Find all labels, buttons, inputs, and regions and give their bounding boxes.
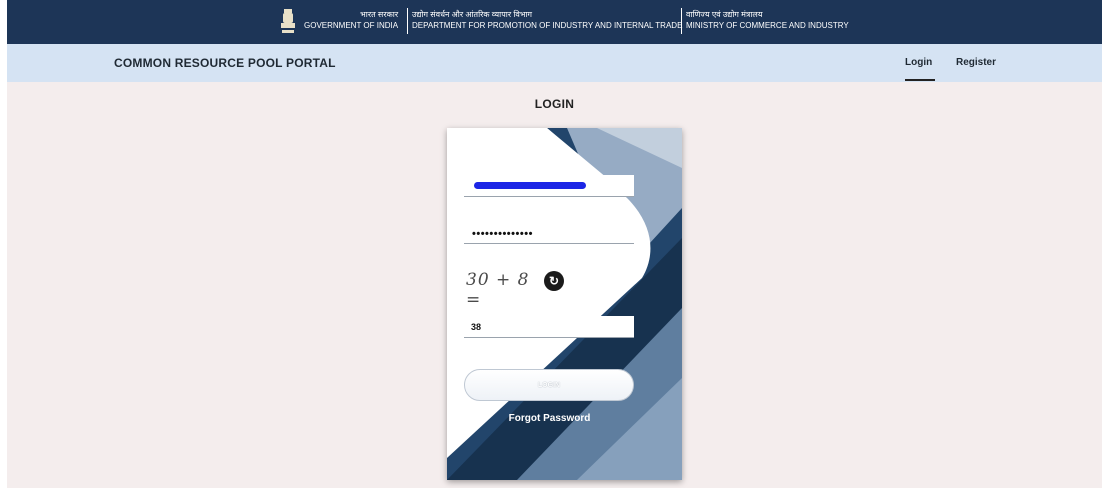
captcha-answer-value: 38 — [471, 322, 482, 332]
login-button[interactable]: LOGIN — [464, 369, 634, 401]
captcha-image-text: 30 + 8 = — [466, 270, 530, 310]
ministry-english-text: MINISTRY OF COMMERCE AND INDUSTRY — [686, 21, 849, 30]
captcha-answer-field[interactable] — [464, 316, 634, 338]
gov-of-india-label: भारत सरकार GOVERNMENT OF INDIA — [304, 9, 398, 31]
captcha-image: 30 + 8 = — [464, 268, 536, 310]
nav-login-link[interactable]: Login — [905, 57, 932, 68]
refresh-icon[interactable]: ↻ — [544, 271, 564, 291]
active-nav-indicator — [905, 79, 935, 81]
nav-register-link[interactable]: Register — [956, 57, 996, 68]
government-banner: भारत सरकार GOVERNMENT OF INDIA उद्योग सं… — [7, 0, 1102, 44]
ministry-label: वाणिज्य एवं उद्योग मंत्रालय MINISTRY OF … — [686, 9, 849, 31]
forgot-password-link[interactable]: Forgot Password — [447, 413, 652, 424]
ministry-hindi-text: वाणिज्य एवं उद्योग मंत्रालय — [686, 10, 763, 19]
header-divider — [681, 8, 682, 34]
dept-hindi-text: उद्योग संवर्धन और आंतरिक व्यापार विभाग — [412, 10, 533, 19]
portal-header: COMMON RESOURCE POOL PORTAL Login Regist… — [7, 44, 1102, 82]
redacted-email-value — [474, 182, 586, 189]
header-divider — [407, 8, 408, 34]
password-mask: •••••••••••••• — [472, 228, 533, 240]
gov-hindi-text: भारत सरकार — [360, 10, 399, 19]
page-title: LOGIN — [534, 97, 575, 111]
main-content: LOGIN •••••••••••••• 30 + 8 = ↻ 38 LOGIN… — [7, 82, 1102, 488]
portal-title: COMMON RESOURCE POOL PORTAL — [114, 56, 336, 70]
national-emblem-icon — [281, 9, 295, 33]
department-label: उद्योग संवर्धन और आंतरिक व्यापार विभाग D… — [412, 9, 682, 31]
login-card: •••••••••••••• 30 + 8 = ↻ 38 LOGIN Forgo… — [447, 128, 682, 480]
dept-english-text: DEPARTMENT FOR PROMOTION OF INDUSTRY AND… — [412, 21, 683, 30]
gov-english-text: GOVERNMENT OF INDIA — [304, 21, 399, 30]
